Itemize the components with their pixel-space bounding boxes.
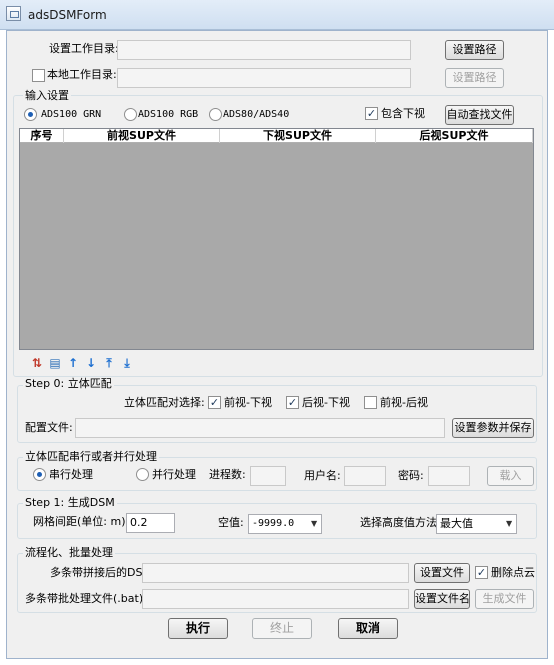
- local-dir-field[interactable]: [117, 68, 411, 88]
- generate-file-button[interactable]: 生成文件: [475, 589, 534, 609]
- radio-ads100-rgb[interactable]: [124, 108, 137, 121]
- pair-backward-nadir-label: 后视-下视: [302, 396, 350, 409]
- move-down-icon[interactable]: ↓: [85, 356, 97, 370]
- set-filename-button[interactable]: 设置文件名: [414, 589, 470, 609]
- batch-group-label: 流程化、批量处理: [23, 546, 115, 560]
- nodata-label: 空值:: [218, 516, 244, 529]
- config-file-field[interactable]: [75, 418, 445, 438]
- chevron-down-icon: ▼: [506, 519, 513, 528]
- grid-spacing-label: 网格间距(单位: m):: [33, 515, 130, 528]
- height-method-label: 选择高度值方法:: [360, 516, 441, 529]
- password-field[interactable]: [428, 466, 470, 486]
- height-method-select[interactable]: 最大值 ▼: [436, 514, 517, 534]
- password-label: 密码:: [398, 469, 424, 482]
- set-local-dir-button[interactable]: 设置路径: [445, 68, 504, 88]
- delete-pointcloud-checkbox[interactable]: ✓: [475, 566, 488, 579]
- radio-ads100-rgb-label: ADS100 RGB: [138, 109, 199, 120]
- cancel-button[interactable]: 取消: [338, 618, 398, 639]
- pair-backward-nadir-checkbox[interactable]: ✓: [286, 396, 299, 409]
- parallel-radio[interactable]: [136, 468, 149, 481]
- title-bar[interactable]: adsDSMForm: [0, 0, 554, 30]
- move-bottom-icon[interactable]: ⤓: [121, 356, 133, 370]
- stop-button[interactable]: 终止: [252, 618, 312, 639]
- window-title: adsDSMForm: [28, 8, 107, 22]
- serial-radio[interactable]: [33, 468, 46, 481]
- grid-header-row: 序号 前视SUP文件 下视SUP文件 后视SUP文件: [20, 129, 533, 143]
- parallel-label: 并行处理: [152, 468, 196, 481]
- config-file-label: 配置文件:: [25, 421, 73, 434]
- delete-pointcloud-label: 删除点云: [491, 566, 535, 579]
- import-icon[interactable]: ▤: [49, 356, 61, 370]
- work-dir-field[interactable]: [117, 40, 411, 60]
- grid-header-backward[interactable]: 后视SUP文件: [376, 129, 533, 143]
- move-up-icon[interactable]: ↑: [67, 356, 79, 370]
- sup-file-grid[interactable]: 序号 前视SUP文件 下视SUP文件 后视SUP文件: [19, 128, 534, 350]
- app-icon: [6, 6, 21, 21]
- merged-dsm-label: 多条带拼接后的DSM:: [50, 566, 156, 579]
- radio-ads80-ads40[interactable]: [209, 108, 222, 121]
- grid-header-forward[interactable]: 前视SUP文件: [64, 129, 220, 143]
- username-label: 用户名:: [304, 469, 341, 482]
- process-count-label: 进程数:: [209, 468, 246, 481]
- set-file-button[interactable]: 设置文件: [414, 563, 470, 583]
- nodata-value: -9999.0: [252, 518, 295, 529]
- parallel-group-label: 立体匹配串行或者并行处理: [23, 450, 159, 464]
- auto-find-files-button[interactable]: 自动查找文件: [445, 105, 514, 125]
- local-dir-label: 本地工作目录:: [47, 68, 117, 81]
- local-dir-checkbox[interactable]: [32, 69, 45, 82]
- merged-dsm-field[interactable]: [142, 563, 409, 583]
- process-count-field[interactable]: [250, 466, 286, 486]
- step0-label: Step 0: 立体匹配: [23, 377, 114, 391]
- nodata-select[interactable]: -9999.0 ▼: [248, 514, 322, 534]
- height-method-value: 最大值: [440, 517, 473, 530]
- set-work-dir-button[interactable]: 设置路径: [445, 40, 504, 60]
- pair-forward-nadir-label: 前视-下视: [224, 396, 272, 409]
- work-dir-label: 设置工作目录:: [49, 42, 119, 55]
- sort-icon[interactable]: ⇅: [31, 356, 43, 370]
- grid-header-nadir[interactable]: 下视SUP文件: [220, 129, 376, 143]
- radio-ads100-grn-label: ADS100 GRN: [41, 109, 102, 120]
- set-params-save-button[interactable]: 设置参数并保存: [452, 418, 534, 438]
- pair-forward-backward-checkbox[interactable]: [364, 396, 377, 409]
- pair-forward-backward-label: 前视-后视: [380, 396, 428, 409]
- radio-ads100-grn[interactable]: [24, 108, 37, 121]
- run-button[interactable]: 执行: [168, 618, 228, 639]
- include-nadir-checkbox[interactable]: ✓: [365, 107, 378, 120]
- serial-label: 串行处理: [49, 468, 93, 481]
- pair-forward-nadir-checkbox[interactable]: ✓: [208, 396, 221, 409]
- grid-spacing-input[interactable]: 0.2: [126, 513, 175, 533]
- bat-file-field[interactable]: [142, 589, 409, 609]
- grid-header-index[interactable]: 序号: [20, 129, 64, 143]
- chevron-down-icon: ▼: [311, 519, 318, 528]
- stereo-pair-label: 立体匹配对选择:: [124, 396, 205, 409]
- username-field[interactable]: [344, 466, 386, 486]
- step1-label: Step 1: 生成DSM: [23, 496, 117, 510]
- load-button[interactable]: 载入: [487, 466, 534, 486]
- radio-ads80-ads40-label: ADS80/ADS40: [223, 109, 290, 120]
- bat-file-label: 多条带批处理文件(.bat):: [25, 592, 147, 605]
- include-nadir-label: 包含下视: [381, 107, 425, 120]
- input-settings-label: 输入设置: [23, 89, 71, 103]
- move-top-icon[interactable]: ⤒: [103, 356, 115, 370]
